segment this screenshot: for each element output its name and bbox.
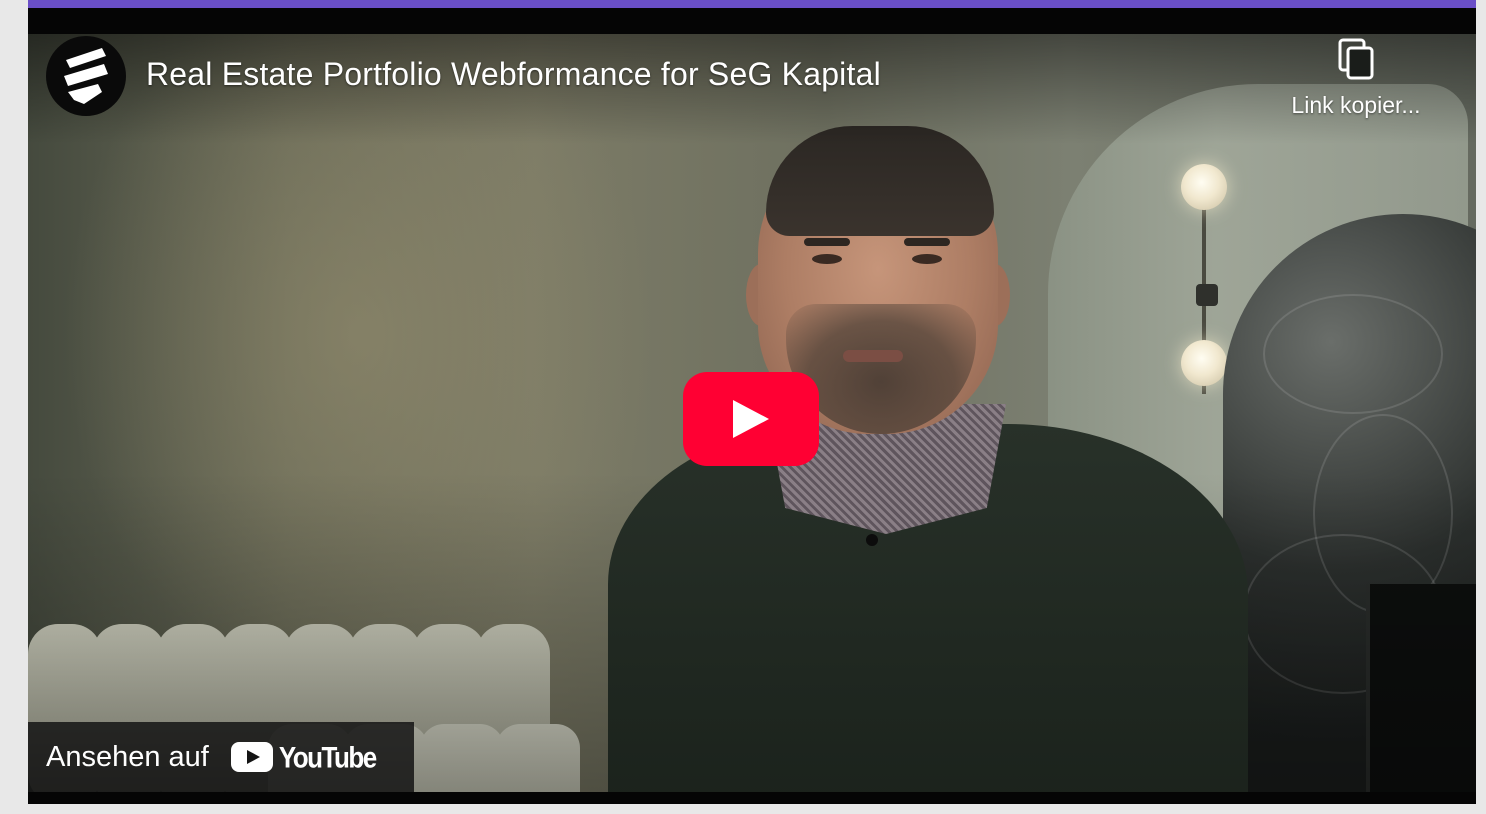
watch-on-label: Ansehen auf — [46, 740, 209, 773]
lapel-mic — [866, 534, 878, 546]
youtube-embed-player[interactable]: Real Estate Portfolio Webformance for Se… — [28, 8, 1476, 804]
channel-logo[interactable] — [46, 36, 126, 116]
presenter-eye-left — [812, 254, 842, 264]
youtube-logo: YouTube — [230, 739, 377, 774]
presenter-brow-left — [804, 238, 850, 246]
copy-icon — [1338, 38, 1374, 80]
presenter-mouth — [843, 350, 903, 362]
play-icon — [733, 400, 769, 438]
channel-logo-icon — [64, 48, 108, 104]
youtube-logo-icon — [230, 742, 273, 772]
player-top-frame — [28, 8, 1476, 34]
watch-on-youtube-button[interactable]: Ansehen auf YouTube — [28, 722, 414, 792]
presenter-eye-right — [912, 254, 942, 264]
accent-bar — [28, 0, 1476, 8]
youtube-wordmark: YouTube — [278, 739, 377, 774]
player-bottom-frame — [28, 792, 1476, 804]
presenter-brow-right — [904, 238, 950, 246]
copy-link-label: Link kopier... — [1291, 92, 1421, 118]
copy-link-button[interactable]: Link kopier... — [1256, 34, 1456, 134]
play-button[interactable] — [683, 372, 819, 466]
video-title[interactable]: Real Estate Portfolio Webformance for Se… — [146, 56, 881, 93]
